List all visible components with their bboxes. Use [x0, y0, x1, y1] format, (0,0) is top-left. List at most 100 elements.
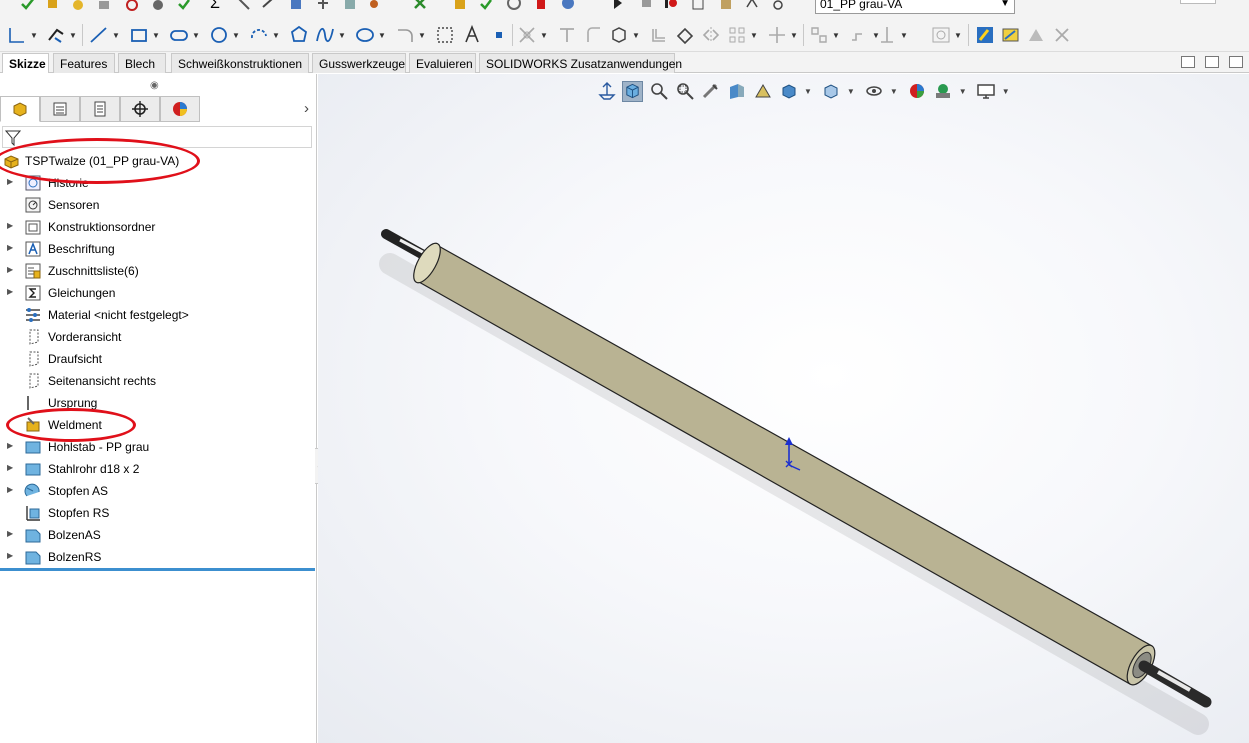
chevron-down-icon[interactable]: ▼ — [804, 87, 812, 96]
tab-feature-manager[interactable] — [0, 96, 40, 122]
previous-view-button[interactable] — [700, 81, 721, 102]
play-icon[interactable] — [610, 0, 626, 11]
tree-item-konstruktionsordner[interactable]: ▶ Konstruktionsordner — [0, 216, 316, 238]
convert-tool[interactable] — [556, 24, 578, 46]
view-orientation-button[interactable] — [622, 80, 643, 102]
measure-icon[interactable] — [150, 0, 166, 11]
maximize-icon[interactable] — [1229, 56, 1243, 68]
tab-skizze[interactable]: Skizze — [2, 53, 49, 73]
tree-item-stahlrohr[interactable]: ▶ Stahlrohr d18 x 2 — [0, 458, 316, 480]
tree-item-gleichungen[interactable]: ▶ Gleichungen — [0, 282, 316, 304]
macro-icon[interactable] — [718, 0, 734, 11]
tree-item-bolzen-rs[interactable]: ▶ BolzenRS — [0, 546, 316, 568]
options-icon[interactable] — [315, 0, 331, 11]
restore-left-icon[interactable] — [1181, 56, 1195, 68]
tree-item-zuschnittsliste[interactable]: ▶ Zuschnittsliste(6) — [0, 260, 316, 282]
options-icon[interactable] — [342, 0, 358, 11]
text-tool[interactable] — [461, 24, 483, 46]
tab-display-manager[interactable] — [160, 96, 200, 122]
line-tool[interactable]: ▼ — [88, 24, 120, 46]
shaded-sketch-tool[interactable] — [1000, 24, 1022, 46]
sum-icon[interactable]: Σ — [210, 0, 220, 13]
zoom-to-fit-button[interactable] — [648, 81, 669, 102]
tree-item-stopfen-as[interactable]: ▶ Stopfen AS — [0, 480, 316, 502]
add-icon[interactable] — [744, 0, 760, 11]
close-sketch-tool[interactable] — [1051, 24, 1073, 46]
evaluate-icon[interactable] — [176, 0, 192, 11]
edit-icon[interactable] — [770, 0, 786, 11]
tab-property-manager[interactable] — [40, 96, 80, 122]
chevron-down-icon[interactable]: ▼ — [847, 87, 855, 96]
tab-evaluieren[interactable]: Evaluieren — [409, 53, 476, 73]
rapid-sketch-tool[interactable]: ▼ — [930, 24, 962, 46]
dynamic-annotation-button[interactable] — [752, 81, 773, 102]
tree-item-material[interactable]: Material <nicht festgelegt> — [0, 304, 316, 326]
expand-arrow-icon[interactable]: ▶ — [7, 551, 13, 560]
chevron-down-icon[interactable]: ▼ — [1002, 87, 1010, 96]
hide-show-items-button[interactable] — [864, 81, 885, 102]
stop-icon[interactable] — [533, 0, 549, 11]
expand-arrow-icon[interactable]: ▶ — [7, 287, 13, 296]
polygon-tool[interactable] — [288, 24, 310, 46]
expand-arrow-icon[interactable]: ▶ — [7, 221, 13, 230]
tab-features[interactable]: Features — [53, 53, 115, 73]
sketch-ink-tool[interactable] — [1025, 24, 1047, 46]
light-icon[interactable] — [452, 0, 468, 11]
smart-dimension-tool[interactable]: ▼ — [6, 24, 38, 46]
options-icon[interactable] — [124, 0, 140, 11]
arc-tool[interactable]: ▼ — [248, 24, 280, 46]
check-icon[interactable] — [478, 0, 494, 11]
chevron-right-icon[interactable]: › — [304, 100, 309, 117]
options-icon[interactable] — [560, 0, 576, 11]
fillet-tool[interactable]: ▼ — [394, 24, 426, 46]
tab-dimxpert[interactable] — [120, 96, 160, 122]
expand-arrow-icon[interactable]: ▶ — [7, 529, 13, 538]
dimension-tool[interactable]: ▼ — [45, 24, 77, 46]
model-edges-tool[interactable]: ▼ — [608, 24, 640, 46]
display-style-button[interactable] — [778, 81, 799, 102]
tree-item-seitenansicht-rechts[interactable]: Seitenansicht rechts — [0, 370, 316, 392]
circle-tool[interactable]: ▼ — [208, 24, 240, 46]
mirror-tool[interactable] — [700, 24, 722, 46]
slot-tool[interactable]: ▼ — [168, 24, 200, 46]
search-box[interactable] — [1180, 0, 1216, 4]
magic-wand-icon[interactable] — [45, 0, 61, 11]
ellipse-tool[interactable]: ▼ — [354, 24, 386, 46]
panel-grip-icon[interactable]: ◉ — [150, 80, 159, 91]
apply-scene-button[interactable] — [933, 81, 954, 102]
stop-icon[interactable] — [638, 0, 654, 11]
chevron-down-icon[interactable]: ▼ — [890, 87, 898, 96]
plane-tool[interactable] — [434, 24, 456, 46]
check-icon[interactable] — [506, 0, 522, 11]
tab-gusswerkzeuge[interactable]: Gusswerkzeuge — [312, 53, 406, 73]
pattern-tool[interactable]: ▼ — [726, 24, 758, 46]
pause-icon[interactable] — [662, 0, 678, 11]
tree-item-beschriftung[interactable]: ▶ Beschriftung — [0, 238, 316, 260]
restore-right-icon[interactable] — [1205, 56, 1219, 68]
tree-item-sensoren[interactable]: Sensoren — [0, 194, 316, 216]
chevron-down-icon[interactable]: ▼ — [959, 87, 967, 96]
close-icon[interactable] — [412, 0, 428, 11]
trim-tool[interactable]: ▼ — [516, 24, 548, 46]
cut-list-icon[interactable] — [236, 0, 252, 11]
normal-to-button[interactable] — [596, 81, 617, 102]
expand-arrow-icon[interactable]: ▶ — [7, 177, 13, 186]
view-settings-button[interactable] — [976, 81, 997, 102]
tree-item-draufsicht[interactable]: Draufsicht — [0, 348, 316, 370]
expand-arrow-icon[interactable]: ▶ — [7, 441, 13, 450]
offset-entities-tool[interactable] — [648, 24, 670, 46]
tab-solidworks-zusatzanwendungen[interactable]: SOLIDWORKS Zusatzanwendungen — [479, 53, 682, 73]
tree-item-stopfen-rs[interactable]: Stopfen RS — [0, 502, 316, 524]
offset-tool[interactable] — [582, 24, 604, 46]
relations-tool[interactable]: ▼ — [808, 24, 840, 46]
section-view-button[interactable] — [726, 81, 747, 102]
move-tool[interactable]: ▼ — [766, 24, 798, 46]
light-icon[interactable] — [70, 0, 86, 11]
tab-blech[interactable]: Blech — [118, 53, 166, 73]
rectangle-tool[interactable]: ▼ — [128, 24, 160, 46]
quick-snaps-tool[interactable]: ▼ — [876, 24, 908, 46]
measure-icon[interactable] — [366, 0, 382, 11]
expand-arrow-icon[interactable]: ▶ — [7, 463, 13, 472]
expand-arrow-icon[interactable]: ▶ — [7, 485, 13, 494]
record-icon[interactable] — [690, 0, 706, 11]
